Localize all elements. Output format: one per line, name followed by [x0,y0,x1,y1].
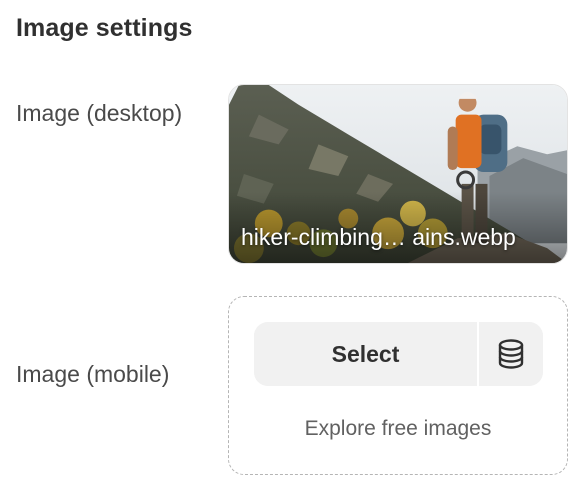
section-title: Image settings [16,14,193,42]
library-button[interactable] [479,322,543,386]
desktop-image-label: Image (desktop) [16,100,183,126]
explore-free-images-link[interactable]: Explore free images [229,417,567,441]
select-image-button[interactable]: Select [254,322,477,386]
database-icon [498,339,524,369]
select-button-group: Select [254,322,543,386]
image-filename: hiker-climbing… ains.webp [241,224,516,250]
desktop-image-preview[interactable]: hiker-climbing… ains.webp [228,84,568,264]
mobile-image-dropzone[interactable]: Select Explore free images [228,296,568,475]
mobile-image-label: Image (mobile) [16,361,170,387]
